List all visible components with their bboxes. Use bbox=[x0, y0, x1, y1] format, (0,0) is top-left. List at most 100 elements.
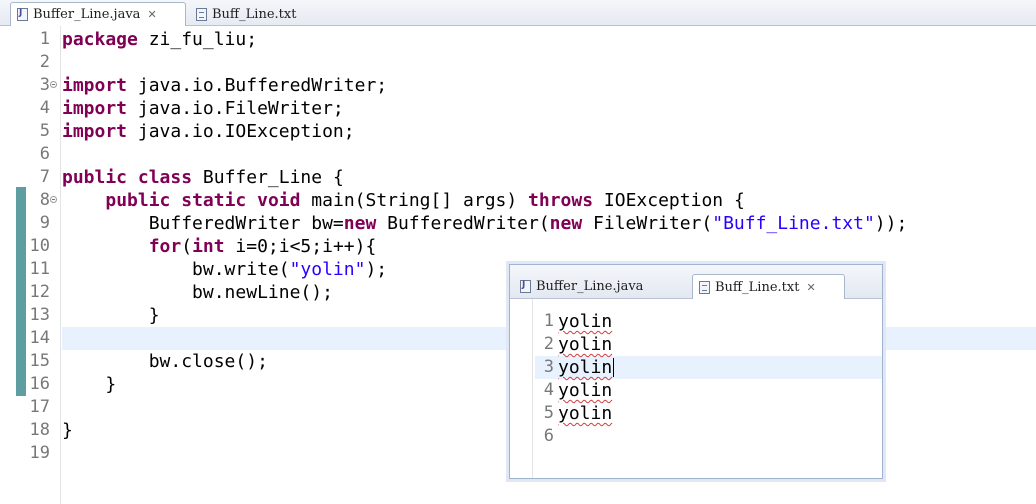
keyword-token: class bbox=[137, 167, 193, 188]
code-text: bw.close(); bbox=[62, 350, 268, 373]
code-token: )); bbox=[874, 213, 908, 234]
keyword-token: new bbox=[549, 213, 583, 234]
java-file-icon bbox=[520, 280, 531, 293]
code-token: } bbox=[62, 305, 160, 326]
tab-buff-line-txt[interactable]: Buff_Line.txt ✕ bbox=[692, 274, 845, 299]
tab-label: Buff_Line.txt bbox=[212, 6, 297, 22]
string-token: "yolin" bbox=[289, 259, 366, 280]
fold-toggle-icon[interactable] bbox=[50, 81, 57, 88]
code-token: java.io.IOException; bbox=[127, 121, 355, 142]
code-token: IOException { bbox=[593, 190, 745, 211]
line-number: 5 bbox=[39, 121, 50, 141]
line-number: 16 bbox=[29, 374, 50, 394]
code-token: BufferedWriter( bbox=[376, 213, 550, 234]
line-number: 17 bbox=[29, 397, 50, 417]
code-token: ); bbox=[365, 259, 388, 280]
code-token: Buffer_Line { bbox=[192, 167, 344, 188]
keyword-token: public bbox=[62, 167, 128, 188]
code-token: } bbox=[62, 420, 73, 441]
line-number: 4 bbox=[39, 98, 50, 118]
line-number: 13 bbox=[29, 305, 50, 325]
line-number: 8 bbox=[39, 190, 50, 210]
string-token: "Buff_Line.txt" bbox=[712, 213, 875, 234]
code-text: BufferedWriter bw=new BufferedWriter(new… bbox=[62, 212, 908, 235]
code-token: java.io.FileWriter; bbox=[127, 98, 344, 119]
keyword-token: package bbox=[62, 29, 138, 50]
line-text: yolin bbox=[558, 311, 613, 332]
line-text: yolin bbox=[558, 357, 613, 378]
line-text: yolin bbox=[558, 403, 613, 424]
code-token: main(String[] args) bbox=[300, 190, 529, 211]
text-file-icon bbox=[699, 280, 710, 294]
code-token: } bbox=[62, 374, 117, 395]
close-icon[interactable]: ✕ bbox=[806, 281, 815, 294]
code-text: bw.newLine(); bbox=[62, 281, 333, 304]
code-text: public static void main(String[] args) t… bbox=[62, 189, 745, 212]
popup-tab-bar: Buffer_Line.java Buff_Line.txt ✕ bbox=[510, 265, 882, 299]
code-token: bw.newLine(); bbox=[62, 282, 333, 303]
code-text: package zi_fu_liu; bbox=[62, 28, 257, 51]
code-token: java.io.BufferedWriter; bbox=[127, 75, 388, 96]
keyword-token: throws bbox=[528, 190, 594, 211]
code-text: } bbox=[62, 419, 73, 442]
line-number: 7 bbox=[39, 167, 50, 187]
code-text: import java.io.BufferedWriter; bbox=[62, 74, 387, 97]
keyword-token: static bbox=[181, 190, 247, 211]
txt-editor-body[interactable]: 1 yolin 2 yolin 3 yolin 4 yolin 5 yolin 6 bbox=[510, 299, 882, 478]
keyword-token: import bbox=[62, 121, 128, 142]
code-token: bw.write( bbox=[62, 259, 290, 280]
keyword-token: for bbox=[148, 236, 182, 257]
keyword-token: new bbox=[343, 213, 377, 234]
line-number: 3 bbox=[39, 75, 50, 95]
line-number: 5 bbox=[543, 403, 554, 423]
code-text: bw.write("yolin"); bbox=[62, 258, 387, 281]
line-number: 18 bbox=[29, 420, 50, 440]
line-number: 1 bbox=[543, 311, 554, 331]
line-number: 2 bbox=[39, 52, 50, 72]
code-token: FileWriter( bbox=[582, 213, 713, 234]
tab-buff-line-txt[interactable]: Buff_Line.txt bbox=[190, 2, 330, 26]
tab-label: Buff_Line.txt bbox=[715, 279, 800, 295]
text-caret bbox=[613, 358, 614, 377]
fold-toggle-icon[interactable] bbox=[50, 196, 57, 203]
tab-label: Buffer_Line.java bbox=[536, 279, 644, 294]
java-file-icon bbox=[17, 8, 28, 21]
keyword-token: int bbox=[192, 236, 225, 257]
line-number: 3 bbox=[543, 357, 554, 377]
code-text: import java.io.FileWriter; bbox=[62, 97, 344, 120]
line-number: 6 bbox=[39, 144, 50, 164]
keyword-token: void bbox=[257, 190, 301, 211]
editor-tab-bar: Buffer_Line.java ✕ Buff_Line.txt bbox=[0, 0, 1036, 26]
line-number: 15 bbox=[29, 351, 50, 371]
line-number: 11 bbox=[29, 259, 50, 279]
line-number: 12 bbox=[29, 282, 50, 302]
text-file-icon bbox=[196, 7, 207, 21]
line-text: yolin bbox=[558, 380, 613, 401]
close-icon[interactable]: ✕ bbox=[147, 8, 156, 21]
line-number: 19 bbox=[29, 443, 50, 463]
code-text: public class Buffer_Line { bbox=[62, 166, 344, 189]
code-text: import java.io.IOException; bbox=[62, 120, 355, 143]
code-text: for(int i=0;i<5;i++){ bbox=[62, 235, 377, 258]
tab-buffer-line-java[interactable]: Buffer_Line.java ✕ bbox=[10, 2, 186, 26]
code-text: } bbox=[62, 373, 116, 396]
line-number: 14 bbox=[29, 328, 50, 348]
tab-label: Buffer_Line.java bbox=[33, 7, 141, 22]
gutter-divider bbox=[60, 26, 61, 504]
line-number: 6 bbox=[543, 426, 554, 446]
code-text: } bbox=[62, 304, 160, 327]
code-token: ( bbox=[181, 236, 193, 257]
line-number: 9 bbox=[39, 213, 50, 233]
txt-editor-window[interactable]: Buffer_Line.java Buff_Line.txt ✕ 1yolin2… bbox=[509, 264, 883, 479]
code-token: i=0;i<5;i++){ bbox=[224, 236, 377, 257]
code-token: bw.close(); bbox=[62, 351, 268, 372]
line-number: 2 bbox=[543, 334, 554, 354]
tab-buffer-line-java[interactable]: Buffer_Line.java bbox=[514, 274, 690, 299]
keyword-token: public bbox=[105, 190, 171, 211]
line-number: 1 bbox=[39, 29, 50, 49]
